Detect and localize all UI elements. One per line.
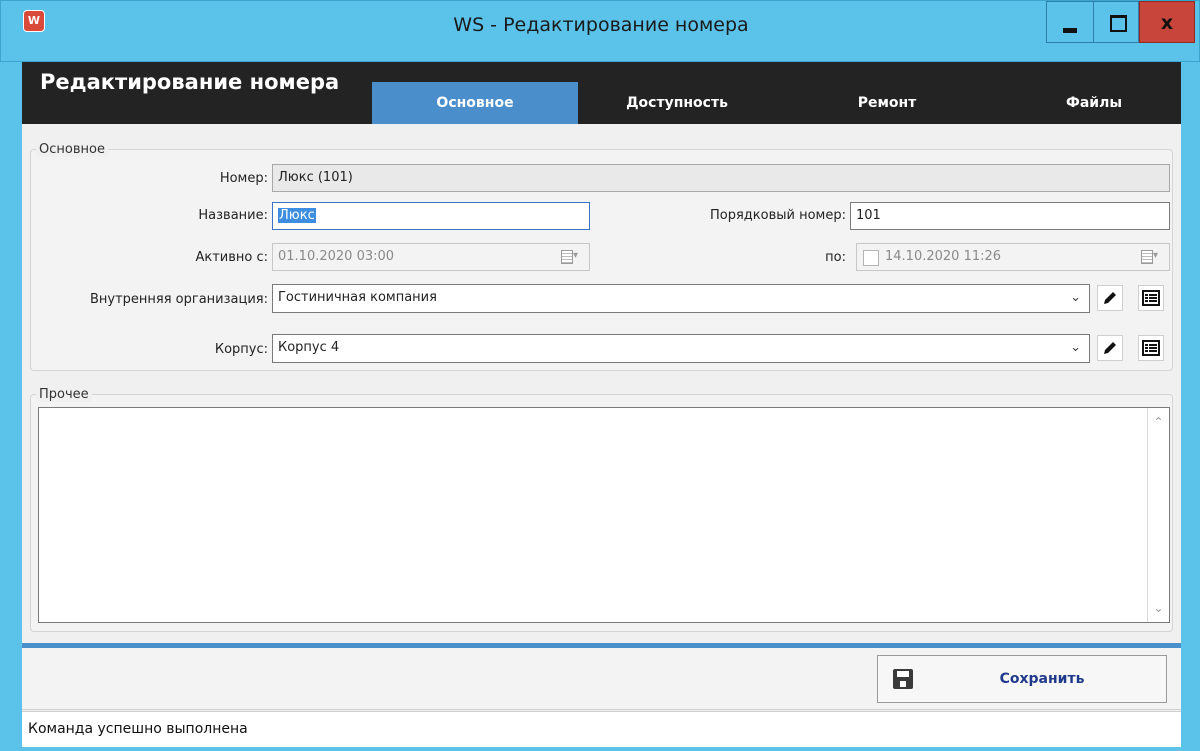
- floppy-disk-icon: [893, 669, 913, 689]
- active-from-value: 01.10.2020 03:00: [278, 249, 395, 264]
- building-list-button[interactable]: [1138, 335, 1164, 361]
- calendar-icon[interactable]: [561, 249, 581, 264]
- list-icon: [1142, 340, 1160, 356]
- name-value: Люкс: [278, 208, 316, 223]
- organization-edit-button[interactable]: [1097, 285, 1123, 311]
- maximize-button[interactable]: [1093, 1, 1139, 43]
- status-bar: Команда успешно выполнена: [22, 711, 1181, 747]
- window-frame-bottom: [0, 747, 1200, 751]
- chevron-down-icon[interactable]: ⌄: [1070, 285, 1081, 311]
- pencil-icon: [1104, 342, 1116, 354]
- tab-availability[interactable]: Доступность: [582, 82, 772, 124]
- close-icon: x: [1160, 12, 1174, 34]
- scroll-down-icon[interactable]: ⌄: [1148, 598, 1169, 618]
- main-group-label: Основное: [36, 142, 108, 157]
- save-button[interactable]: Сохранить: [877, 655, 1167, 703]
- window-title: WS - Редактирование номера: [453, 14, 749, 36]
- save-button-label: Сохранить: [999, 671, 1085, 687]
- window-frame-left: [0, 62, 22, 751]
- calendar-icon[interactable]: [1141, 249, 1161, 264]
- active-from-label: Активно с:: [195, 250, 268, 265]
- number-field[interactable]: Люкс (101): [272, 164, 1170, 192]
- number-value: Люкс (101): [278, 170, 353, 185]
- organization-label: Внутренняя организация:: [89, 292, 268, 307]
- tab-main[interactable]: Основное: [372, 82, 578, 124]
- tab-repair[interactable]: Ремонт: [782, 82, 992, 124]
- minimize-button[interactable]: [1046, 1, 1093, 43]
- other-group-label: Прочее: [36, 387, 92, 402]
- order-number-value: 101: [856, 208, 881, 223]
- notes-textarea[interactable]: ⌃ ⌄: [38, 407, 1170, 623]
- tab-files[interactable]: Файлы: [1007, 82, 1181, 124]
- page-title: Редактирование номера: [40, 70, 340, 94]
- order-number-label: Порядковый номер:: [710, 208, 846, 223]
- scroll-up-icon[interactable]: ⌃: [1148, 412, 1169, 432]
- form-content: Основное Номер: Люкс (101) Название: Люк…: [22, 124, 1181, 641]
- name-input[interactable]: Люкс: [272, 202, 590, 230]
- building-edit-button[interactable]: [1097, 335, 1123, 361]
- close-button[interactable]: x: [1139, 1, 1195, 43]
- number-label: Номер:: [219, 171, 268, 186]
- organization-list-button[interactable]: [1138, 285, 1164, 311]
- form-header: Редактирование номера Основное Доступнос…: [22, 62, 1181, 124]
- name-label: Название:: [198, 208, 268, 223]
- notes-scrollbar[interactable]: ⌃ ⌄: [1147, 408, 1169, 622]
- list-icon: [1142, 290, 1160, 306]
- order-number-input[interactable]: 101: [850, 202, 1170, 230]
- active-to-label: по:: [825, 250, 846, 265]
- active-to-checkbox[interactable]: [863, 250, 879, 266]
- active-to-date-picker[interactable]: 14.10.2020 11:26: [856, 243, 1170, 271]
- active-from-date-picker[interactable]: 01.10.2020 03:00: [272, 243, 590, 271]
- organization-combobox[interactable]: Гостиничная компания ⌄: [272, 284, 1090, 313]
- building-value: Корпус 4: [278, 340, 340, 355]
- window-frame-right: [1181, 62, 1200, 751]
- chevron-down-icon[interactable]: ⌄: [1070, 335, 1081, 361]
- footer-bar: Сохранить: [22, 648, 1181, 710]
- building-label: Корпус:: [214, 342, 268, 357]
- organization-value: Гостиничная компания: [278, 290, 437, 305]
- window-title-bar[interactable]: W WS - Редактирование номера x: [0, 0, 1200, 62]
- building-combobox[interactable]: Корпус 4 ⌄: [272, 334, 1090, 363]
- pencil-icon: [1104, 292, 1116, 304]
- active-to-value: 14.10.2020 11:26: [885, 249, 1002, 264]
